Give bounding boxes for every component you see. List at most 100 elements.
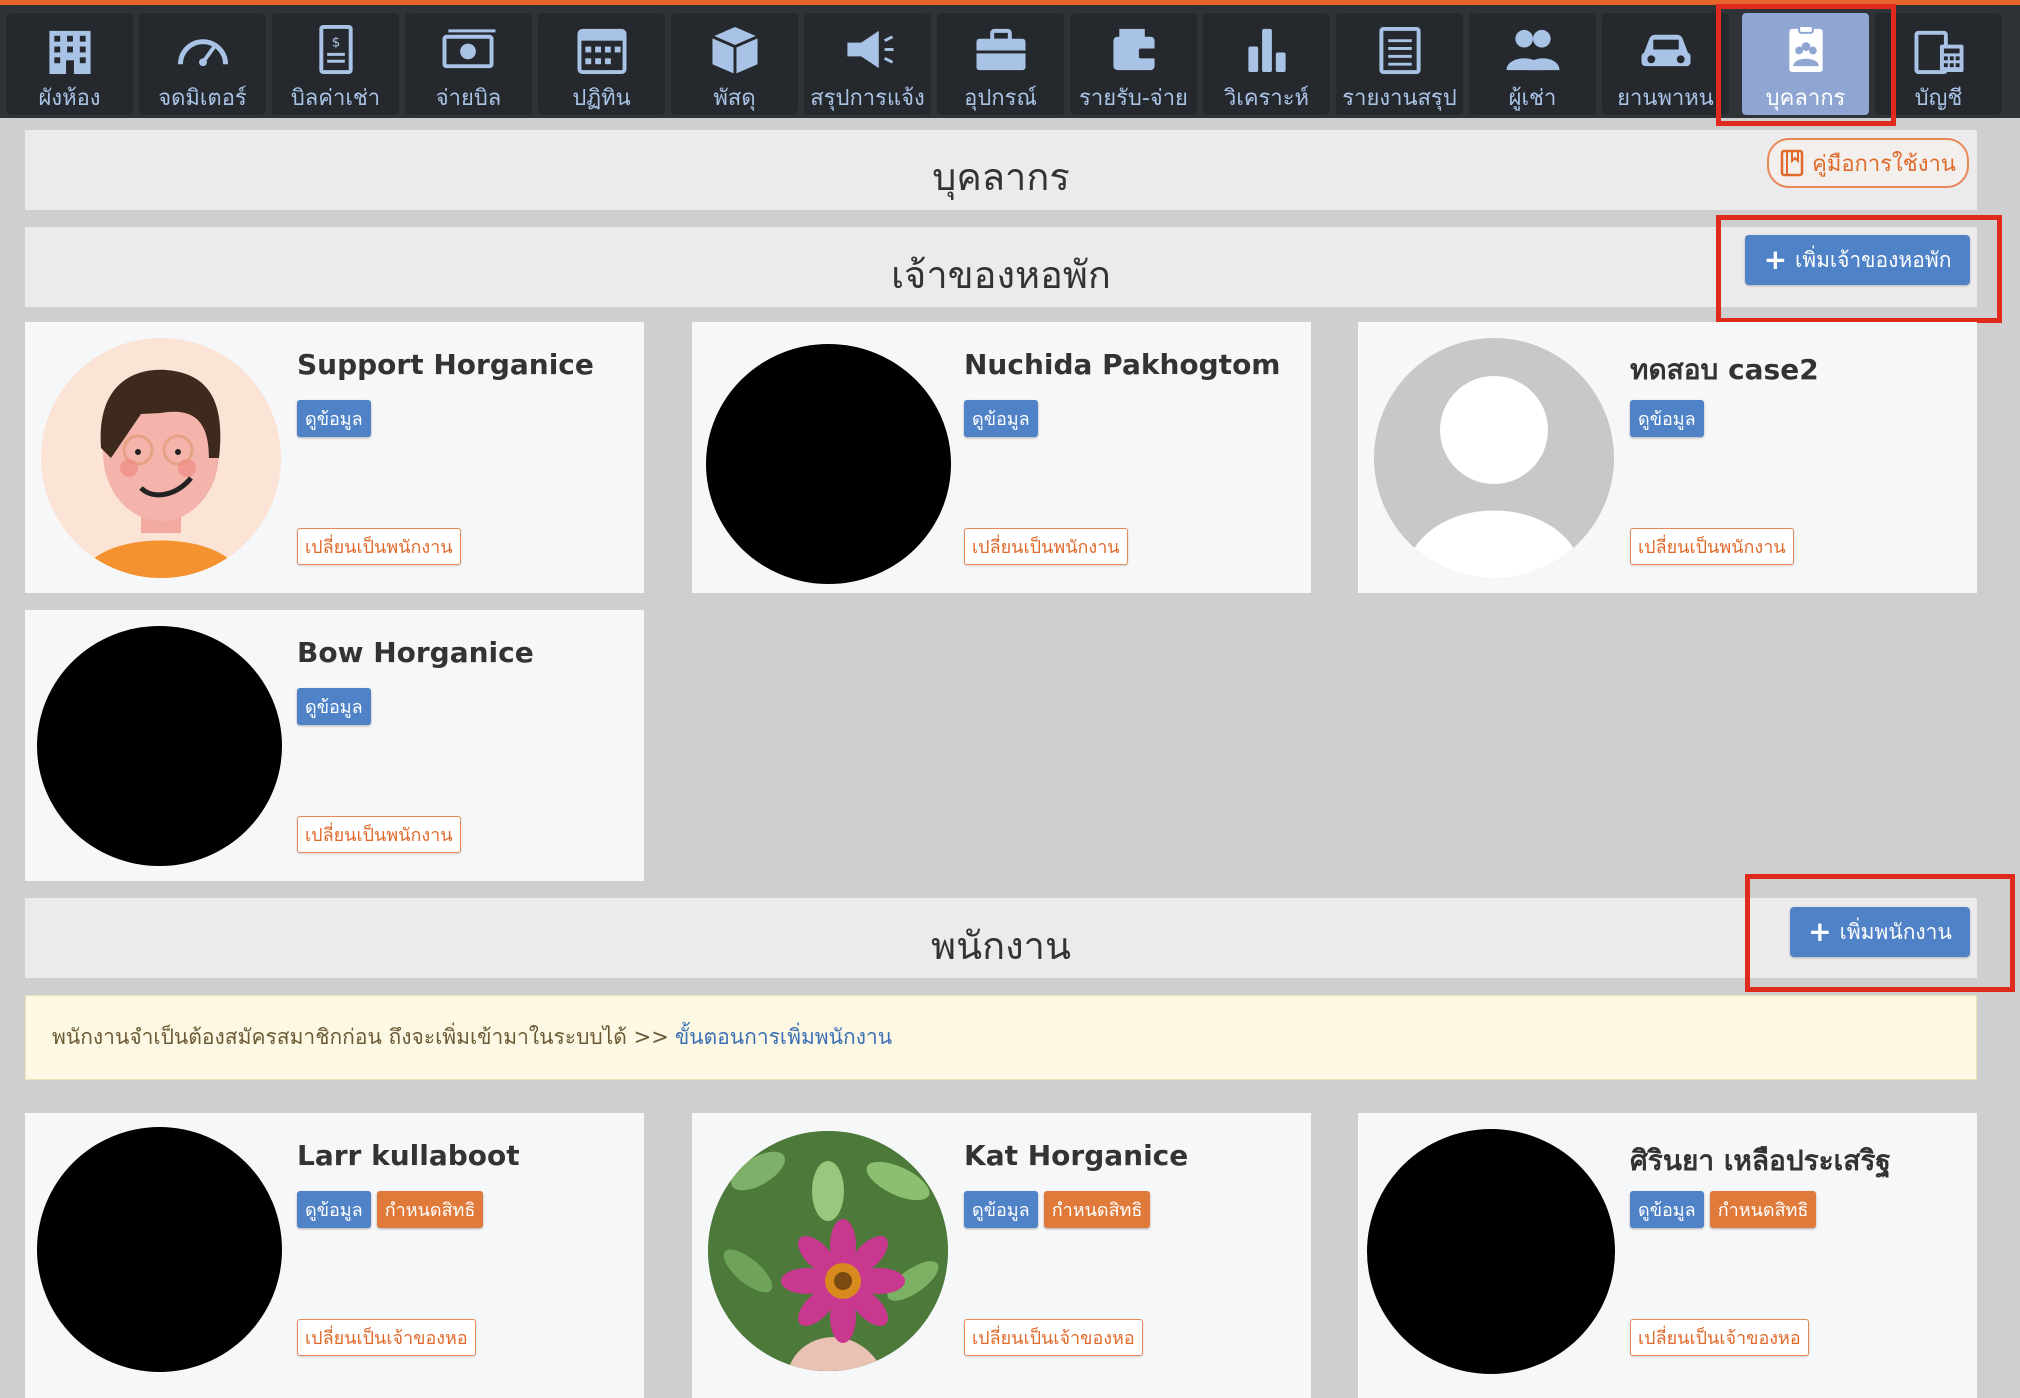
nav-label: รายรับ-จ่าย — [1079, 86, 1188, 111]
svg-text:$: $ — [331, 35, 340, 51]
toolbox-icon — [976, 28, 1025, 71]
owner-card: ทดสอบ case2 ดูข้อมูล เปลี่ยนเป็นพนักงาน — [1358, 322, 1977, 593]
nav-label: ปฏิทิน — [572, 86, 631, 111]
card-actions: ดูข้อมูล กำหนดสิทธิ — [964, 1191, 1151, 1228]
staff-card: ศิรินยา เหลือประเสริฐ ดูข้อมูล กำหนดสิทธ… — [1358, 1113, 1977, 1398]
person-name: Kat Horganice — [964, 1139, 1189, 1172]
avatar-redacted — [1367, 1129, 1615, 1374]
calendar-icon — [577, 28, 626, 74]
notice-text: พนักงานจำเป็นต้องสมัครสมาชิกก่อน ถึงจะเพ… — [52, 1025, 669, 1049]
nav-label: อุปกรณ์ — [964, 86, 1037, 111]
nav-item-rent-bill[interactable]: $ บิลค่าเช่า — [272, 13, 399, 115]
avatar-redacted — [37, 626, 282, 866]
flower-photo-icon — [708, 1131, 948, 1371]
money-icon — [442, 29, 495, 69]
gauge-icon — [177, 39, 228, 67]
view-info-button[interactable]: ดูข้อมูล — [1630, 1191, 1704, 1228]
nav-item-equipment[interactable]: อุปกรณ์ — [937, 13, 1064, 115]
owners-title: เจ้าของหอพัก — [891, 253, 1111, 297]
switch-to-owner-button[interactable]: เปลี่ยนเป็นเจ้าของหอ — [964, 1319, 1143, 1356]
switch-to-staff-button[interactable]: เปลี่ยนเป็นพนักงาน — [297, 816, 461, 853]
person-name: ศิรินยา เหลือประเสริฐ — [1630, 1144, 1891, 1177]
nav-item-reports-notify[interactable]: สรุปการแจ้ง — [804, 13, 931, 115]
switch-to-staff-button[interactable]: เปลี่ยนเป็นพนักงาน — [964, 528, 1128, 565]
view-info-button[interactable]: ดูข้อมูล — [964, 1191, 1038, 1228]
avatar-redacted — [706, 344, 951, 584]
nav-item-income-expense[interactable]: รายรับ-จ่าย — [1070, 13, 1197, 115]
nav-item-vehicles[interactable]: ยานพาหน — [1602, 13, 1729, 115]
staff-header: พนักงาน + เพิ่มพนักงาน — [25, 898, 1977, 978]
person-name: ทดสอบ case2 — [1630, 353, 1819, 386]
card-actions: ดูข้อมูล — [297, 688, 371, 725]
nav-label: ผังห้อง — [38, 86, 101, 111]
accounting-icon — [1913, 30, 1963, 74]
view-info-button[interactable]: ดูข้อมูล — [964, 400, 1038, 437]
avatar — [41, 338, 281, 578]
megaphone-icon — [846, 30, 893, 69]
nav-item-pay-bill[interactable]: จ่ายบิล — [405, 13, 532, 115]
view-info-button[interactable]: ดูข้อมูล — [297, 688, 371, 725]
nav-label: จดมิเตอร์ — [158, 86, 247, 111]
person-name: Bow Horganice — [297, 636, 534, 669]
user-manual-label: คู่มือการใช้งาน — [1812, 151, 1956, 177]
report-icon — [1378, 26, 1421, 74]
card-actions: ดูข้อมูล — [1630, 400, 1704, 437]
nav-item-summary-report[interactable]: รายงานสรุป — [1336, 13, 1463, 115]
nav-label: สรุปการแจ้ง — [810, 86, 925, 111]
page-title-bar: บุคลากร คู่มือการใช้งาน — [25, 130, 1977, 210]
person-name: Nuchida Pakhogtom — [964, 348, 1281, 381]
owner-card: Support Horganice ดูข้อมูล เปลี่ยนเป็นพน… — [25, 322, 644, 593]
car-icon — [1641, 34, 1690, 67]
page-title: บุคลากร — [932, 155, 1070, 199]
nav-item-floorplan[interactable]: ผังห้อง — [6, 13, 133, 115]
set-permission-button[interactable]: กำหนดสิทธิ — [1709, 1191, 1817, 1228]
invoice-icon: $ — [318, 25, 353, 74]
avatar-redacted — [37, 1127, 282, 1372]
staff-card: Kat Horganice ดูข้อมูล กำหนดสิทธิ เปลี่ย… — [692, 1113, 1311, 1398]
nav-label: จ่ายบิล — [435, 86, 502, 111]
view-info-button[interactable]: ดูข้อมูล — [297, 400, 371, 437]
users-icon — [1506, 29, 1559, 71]
wallet-icon — [1112, 28, 1157, 71]
highlight-box-personnel-tab — [1716, 4, 1896, 126]
set-permission-button[interactable]: กำหนดสิทธิ — [1043, 1191, 1151, 1228]
nav-label: ยานพาหน — [1617, 86, 1714, 111]
set-permission-button[interactable]: กำหนดสิทธิ — [376, 1191, 484, 1228]
owners-header: เจ้าของหอพัก + เพิ่มเจ้าของหอพัก — [25, 227, 1977, 307]
cartoon-person-icon — [81, 369, 241, 578]
nav-item-meter[interactable]: จดมิเตอร์ — [139, 13, 266, 115]
switch-to-staff-button[interactable]: เปลี่ยนเป็นพนักงาน — [297, 528, 461, 565]
nav-label: ผู้เช่า — [1508, 86, 1557, 111]
nav-item-parcel[interactable]: พัสดุ — [671, 13, 798, 115]
nav-label: รายงานสรุป — [1342, 86, 1457, 111]
avatar — [1374, 338, 1614, 578]
staff-notice: พนักงานจำเป็นต้องสมัครสมาชิกก่อน ถึงจะเพ… — [25, 995, 1977, 1080]
nav-label: พัสดุ — [713, 86, 756, 111]
nav-label: บิลค่าเช่า — [290, 86, 381, 111]
building-icon — [48, 30, 91, 74]
switch-to-staff-button[interactable]: เปลี่ยนเป็นพนักงาน — [1630, 528, 1794, 565]
nav-label: บัญชี — [1914, 86, 1963, 111]
book-icon — [1780, 149, 1804, 177]
staff-card: Larr kullaboot ดูข้อมูล กำหนดสิทธิ เปลี่… — [25, 1113, 644, 1398]
nav-item-analytics[interactable]: วิเคราะห์ — [1203, 13, 1330, 115]
switch-to-owner-button[interactable]: เปลี่ยนเป็นเจ้าของหอ — [297, 1319, 476, 1356]
owner-card: Bow Horganice ดูข้อมูล เปลี่ยนเป็นพนักงา… — [25, 610, 644, 881]
card-actions: ดูข้อมูล กำหนดสิทธิ — [1630, 1191, 1817, 1228]
nav-item-tenants[interactable]: ผู้เช่า — [1469, 13, 1596, 115]
add-staff-steps-link[interactable]: ขั้นตอนการเพิ่มพนักงาน — [675, 1021, 892, 1054]
view-info-button[interactable]: ดูข้อมูล — [1630, 400, 1704, 437]
switch-to-owner-button[interactable]: เปลี่ยนเป็นเจ้าของหอ — [1630, 1319, 1809, 1356]
user-manual-button[interactable]: คู่มือการใช้งาน — [1767, 138, 1969, 188]
card-actions: ดูข้อมูล กำหนดสิทธิ — [297, 1191, 484, 1228]
staff-title: พนักงาน — [931, 924, 1071, 968]
card-actions: ดูข้อมูล — [964, 400, 1038, 437]
owner-card: Nuchida Pakhogtom ดูข้อมูล เปลี่ยนเป็นพน… — [692, 322, 1311, 593]
nav-label: วิเคราะห์ — [1223, 86, 1310, 111]
person-name: Larr kullaboot — [297, 1139, 520, 1172]
nav-item-calendar[interactable]: ปฏิทิน — [538, 13, 665, 115]
highlight-box-add-owner — [1716, 215, 2002, 323]
view-info-button[interactable]: ดูข้อมูล — [297, 1191, 371, 1228]
highlight-box-add-staff — [1745, 874, 2015, 992]
card-actions: ดูข้อมูล — [297, 400, 371, 437]
